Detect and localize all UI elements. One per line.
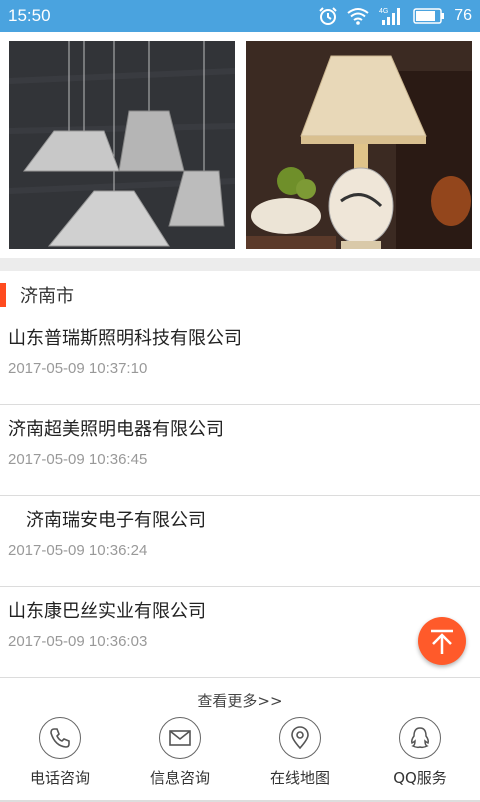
- alarm-icon: [319, 7, 337, 25]
- wifi-icon: [347, 8, 369, 25]
- nav-label: QQ服务: [393, 769, 447, 787]
- company-name[interactable]: 山东普瑞斯照明科技有限公司: [8, 324, 242, 350]
- section-title: 济南市: [20, 286, 74, 307]
- post-date: 2017-05-09 10:36:03: [8, 633, 148, 650]
- company-list: 山东普瑞斯照明科技有限公司 2017-05-09 10:37:10 济南超美照明…: [0, 314, 480, 678]
- post-date: 2017-05-09 10:37:10: [8, 360, 148, 377]
- nav-qq-service[interactable]: QQ服务: [360, 712, 480, 800]
- company-name[interactable]: 山东康巴丝实业有限公司: [8, 597, 206, 623]
- post-date: 2017-05-09 10:36:45: [8, 451, 148, 468]
- table-lamp-image[interactable]: [246, 41, 472, 249]
- status-icons: 4G 76: [318, 6, 480, 26]
- section-accent-bar: [0, 283, 6, 307]
- arrow-up-icon: [431, 629, 453, 654]
- nav-info-consult[interactable]: 信息咨询: [120, 712, 240, 800]
- status-bar: 15:50 4G 76: [0, 0, 480, 32]
- back-to-top-button[interactable]: [418, 617, 466, 665]
- list-item[interactable]: 山东普瑞斯照明科技有限公司 2017-05-09 10:37:10: [0, 314, 480, 405]
- nav-phone-consult[interactable]: 电话咨询: [0, 712, 120, 800]
- nav-online-map[interactable]: 在线地图: [240, 712, 360, 800]
- qq-icon: [411, 727, 429, 749]
- list-item[interactable]: 济南瑞安电子有限公司 2017-05-09 10:36:24: [0, 496, 480, 587]
- nav-label: 信息咨询: [149, 769, 210, 787]
- network-type: 4G: [379, 8, 388, 15]
- map-pin-icon: [291, 726, 309, 750]
- battery-level: 76: [454, 7, 472, 24]
- nav-label: 电话咨询: [29, 769, 90, 787]
- bottom-nav: 电话咨询 信息咨询 在线地图 QQ服务: [0, 712, 480, 802]
- section-divider: [0, 258, 480, 271]
- view-more-link[interactable]: 查看更多>>: [0, 690, 480, 711]
- list-item[interactable]: 山东康巴丝实业有限公司 2017-05-09 10:36:03: [0, 587, 480, 678]
- battery-icon: [413, 8, 445, 24]
- signal-4g-icon: 4G: [379, 8, 401, 25]
- phone-icon: [50, 728, 70, 748]
- company-name[interactable]: 济南瑞安电子有限公司: [8, 506, 206, 532]
- company-name[interactable]: 济南超美照明电器有限公司: [8, 415, 224, 441]
- post-date: 2017-05-09 10:36:24: [8, 542, 148, 559]
- mail-icon: [169, 730, 191, 746]
- status-time: 15:50: [8, 6, 51, 25]
- list-item[interactable]: 济南超美照明电器有限公司 2017-05-09 10:36:45: [0, 405, 480, 496]
- image-banner: [0, 32, 480, 258]
- pendant-lamps-image[interactable]: [9, 41, 235, 249]
- section-header: 济南市: [0, 282, 74, 308]
- nav-label: 在线地图: [269, 769, 330, 787]
